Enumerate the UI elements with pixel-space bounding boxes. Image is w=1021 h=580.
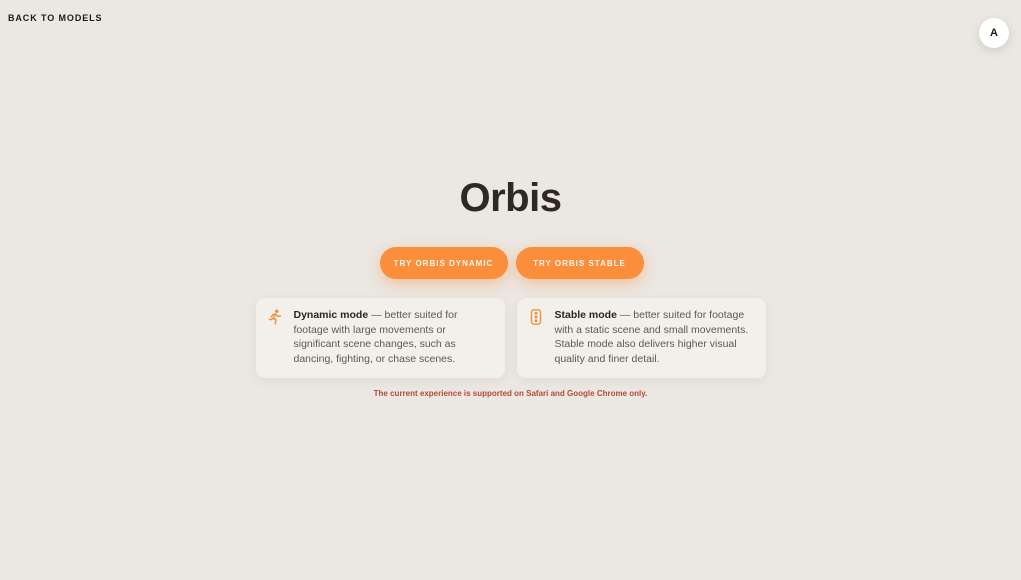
browser-support-notice: The current experience is supported on S…: [373, 389, 648, 398]
action-buttons: TRY ORBIS DYNAMIC TRY ORBIS STABLE: [0, 247, 1021, 279]
traffic-light-icon: [529, 308, 545, 368]
stable-mode-name: Stable mode: [554, 309, 617, 321]
mode-cards: Dynamic mode — better suited for footage…: [0, 298, 1021, 378]
stable-mode-description: Stable mode — better suited for footage …: [555, 308, 752, 368]
dynamic-mode-name: Dynamic mode: [293, 309, 369, 321]
back-to-models-link[interactable]: BACK TO MODELS: [8, 13, 102, 23]
try-orbis-dynamic-button[interactable]: TRY ORBIS DYNAMIC: [379, 247, 508, 279]
stable-mode-card: Stable mode — better suited for footage …: [516, 298, 766, 378]
try-orbis-stable-button[interactable]: TRY ORBIS STABLE: [515, 247, 644, 279]
user-avatar-button[interactable]: A: [979, 18, 1009, 48]
page-title: Orbis: [459, 176, 562, 220]
dynamic-mode-description: Dynamic mode — better suited for footage…: [294, 308, 491, 368]
running-person-icon: [268, 308, 284, 368]
dynamic-mode-card: Dynamic mode — better suited for footage…: [255, 298, 505, 378]
avatar-initial: A: [990, 27, 998, 39]
